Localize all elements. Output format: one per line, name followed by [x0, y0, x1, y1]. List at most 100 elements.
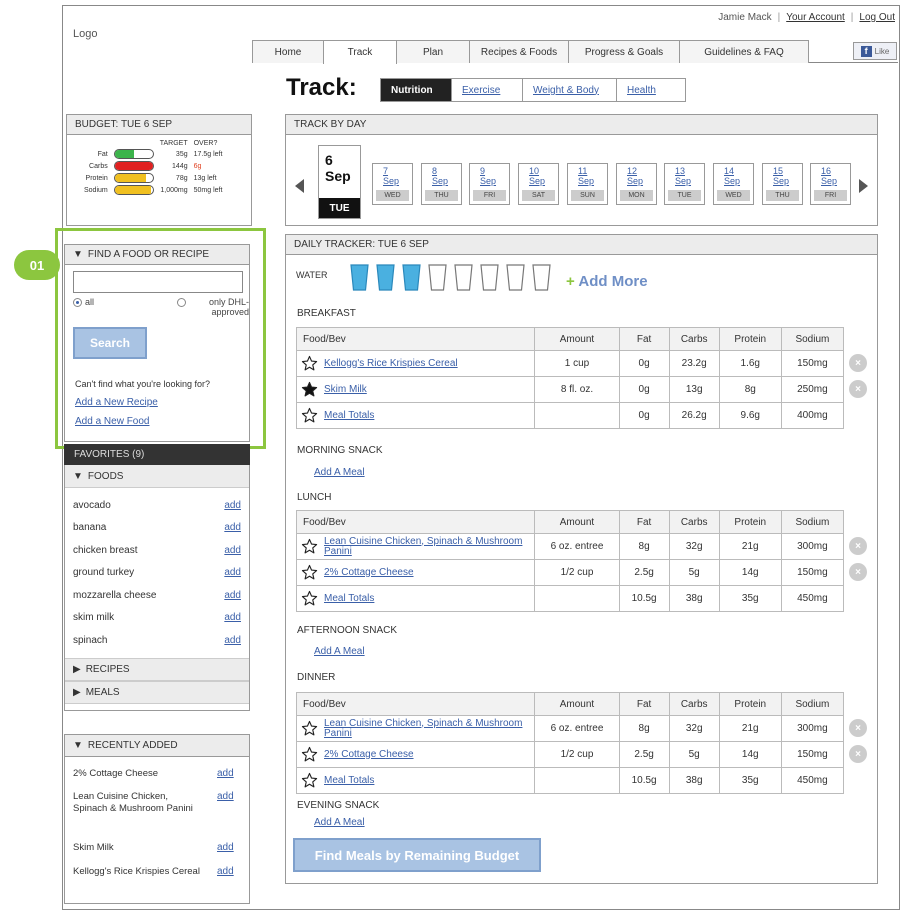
day-card[interactable]: 10 Sep SAT	[518, 163, 559, 205]
search-button[interactable]: Search	[73, 327, 147, 359]
remove-item-icon[interactable]: ×	[849, 380, 867, 398]
star-icon[interactable]	[301, 355, 318, 372]
water-cup-empty-icon[interactable]	[454, 264, 473, 291]
logout-link[interactable]: Log Out	[859, 12, 895, 23]
star-icon[interactable]	[301, 720, 318, 737]
food-link[interactable]: Lean Cuisine Chicken, Spinach & Mushroom…	[324, 536, 528, 557]
star-icon[interactable]	[301, 746, 318, 763]
day-card[interactable]: 16 Sep FRI	[810, 163, 851, 205]
logo[interactable]: Logo	[73, 28, 97, 40]
find-food-header[interactable]: ▼ FIND A FOOD OR RECIPE	[65, 245, 249, 265]
subtab-weight-body[interactable]: Weight & Body	[522, 78, 617, 102]
day-card[interactable]: 15 Sep THU	[762, 163, 803, 205]
food-link[interactable]: Meal Totals	[324, 593, 374, 604]
meal-title: AFTERNOON SNACK	[297, 625, 398, 636]
search-input[interactable]	[73, 271, 243, 293]
add-new-recipe-link[interactable]: Add a New Recipe	[75, 397, 158, 408]
water-cup-empty-icon[interactable]	[532, 264, 551, 291]
add-more-water-button[interactable]: + Add More	[566, 273, 648, 290]
add-link[interactable]: add	[224, 612, 241, 623]
remove-item-icon[interactable]: ×	[849, 745, 867, 763]
add-link[interactable]: add	[224, 590, 241, 601]
star-icon[interactable]	[301, 564, 318, 581]
favorites-header[interactable]: FAVORITES (9)	[64, 444, 250, 465]
day-card[interactable]: 7 Sep WED	[372, 163, 413, 205]
next-arrow-icon[interactable]	[859, 179, 868, 193]
remove-item-icon[interactable]: ×	[849, 563, 867, 581]
day-card[interactable]: 9 Sep FRI	[469, 163, 510, 205]
add-link[interactable]: add	[217, 768, 234, 779]
food-link[interactable]: Lean Cuisine Chicken, Spinach & Mushroom…	[324, 718, 528, 739]
your-account-link[interactable]: Your Account	[786, 12, 845, 23]
food-link[interactable]: Meal Totals	[324, 775, 374, 786]
prev-arrow-icon[interactable]	[295, 179, 304, 193]
add-meal-link[interactable]: Add A Meal	[314, 467, 365, 478]
add-meal-link[interactable]: Add A Meal	[314, 817, 365, 828]
tab-recipes-foods[interactable]: Recipes & Foods	[469, 40, 569, 63]
star-filled-icon[interactable]	[301, 381, 318, 398]
subtab-exercise[interactable]: Exercise	[451, 78, 523, 102]
tab-progress-goals[interactable]: Progress & Goals	[568, 40, 680, 63]
food-link[interactable]: Skim Milk	[324, 384, 367, 395]
food-link[interactable]: 2% Cottage Cheese	[324, 567, 414, 578]
add-link[interactable]: add	[224, 567, 241, 578]
meal-table: Food/Bev Amount Fat Carbs Protein Sodium Kello…	[295, 327, 845, 429]
add-link[interactable]: add	[217, 866, 234, 877]
recently-added-header[interactable]: ▼ RECENTLY ADDED	[65, 735, 249, 757]
food-link[interactable]: 2% Cottage Cheese	[324, 749, 414, 760]
food-link[interactable]: Meal Totals	[324, 410, 374, 421]
water-cup-filled-icon[interactable]	[402, 264, 421, 291]
water-cup-filled-icon[interactable]	[376, 264, 395, 291]
water-cup-empty-icon[interactable]	[480, 264, 499, 291]
day-card[interactable]: 13 Sep TUE	[664, 163, 705, 205]
meals-toggle[interactable]: ▶ MEALS	[65, 680, 249, 704]
add-link[interactable]: add	[224, 545, 241, 556]
subtab-health[interactable]: Health	[616, 78, 686, 102]
star-icon[interactable]	[301, 538, 318, 555]
star-icon[interactable]	[301, 772, 318, 789]
day-card[interactable]: 14 Sep WED	[713, 163, 754, 205]
add-link[interactable]: add	[224, 522, 241, 533]
list-item: ground turkey add	[73, 567, 241, 579]
radio-dhl-approved[interactable]: only DHL-approved	[177, 297, 249, 317]
find-meals-button[interactable]: Find Meals by Remaining Budget	[293, 838, 541, 872]
add-link[interactable]: add	[224, 500, 241, 511]
list-item: Lean Cuisine Chicken, Spinach & Mushroom…	[73, 791, 193, 814]
star-icon[interactable]	[301, 407, 318, 424]
remove-item-icon[interactable]: ×	[849, 719, 867, 737]
recipes-toggle[interactable]: ▶ RECIPES	[65, 657, 249, 681]
page-title: Track:	[286, 74, 357, 101]
today-card[interactable]: 6 Sep TUE	[318, 145, 361, 219]
tab-home[interactable]: Home	[252, 40, 324, 63]
subtab-nutrition[interactable]: Nutrition	[380, 78, 452, 102]
day-card[interactable]: 11 Sep SUN	[567, 163, 608, 205]
remove-item-icon[interactable]: ×	[849, 537, 867, 555]
remove-item-icon[interactable]: ×	[849, 354, 867, 372]
tab-plan[interactable]: Plan	[396, 40, 470, 63]
tab-track[interactable]: Track	[323, 40, 397, 64]
day-card[interactable]: 12 Sep MON	[616, 163, 657, 205]
add-link[interactable]: add	[217, 791, 234, 802]
foods-toggle[interactable]: ▼ FOODS	[65, 465, 249, 488]
table-header-row: Food/Bev Amount Fat Carbs Protein Sodium	[295, 692, 845, 716]
add-link[interactable]: add	[217, 842, 234, 853]
table-row: 2% Cottage Cheese 1/2 cup 2.5g 5g 14g 150mg	[295, 559, 845, 586]
meal-title: EVENING SNACK	[297, 800, 380, 811]
protein-bar	[113, 173, 154, 183]
facebook-like-button[interactable]: f Like	[853, 42, 897, 60]
budget-row-fat: Fat 35g 17.5g left	[97, 149, 223, 159]
budget-row-carbs: Carbs 144g 6g	[89, 161, 202, 171]
food-link[interactable]: Kellogg's Rice Krispies Cereal	[324, 358, 458, 369]
tab-guidelines-faq[interactable]: Guidelines & FAQ	[679, 40, 809, 63]
add-new-food-link[interactable]: Add a New Food	[75, 416, 150, 427]
sub-nav: Nutrition Exercise Weight & Body Health	[380, 78, 686, 102]
day-card[interactable]: 8 Sep THU	[421, 163, 462, 205]
add-meal-link[interactable]: Add A Meal	[314, 646, 365, 657]
add-link[interactable]: add	[224, 635, 241, 646]
water-cup-filled-icon[interactable]	[350, 264, 369, 291]
water-cup-empty-icon[interactable]	[506, 264, 525, 291]
radio-all[interactable]: all	[73, 297, 94, 307]
water-cup-empty-icon[interactable]	[428, 264, 447, 291]
meal-totals-row: Meal Totals 10.5g 38g 35g 450mg	[295, 767, 845, 794]
star-icon[interactable]	[301, 590, 318, 607]
